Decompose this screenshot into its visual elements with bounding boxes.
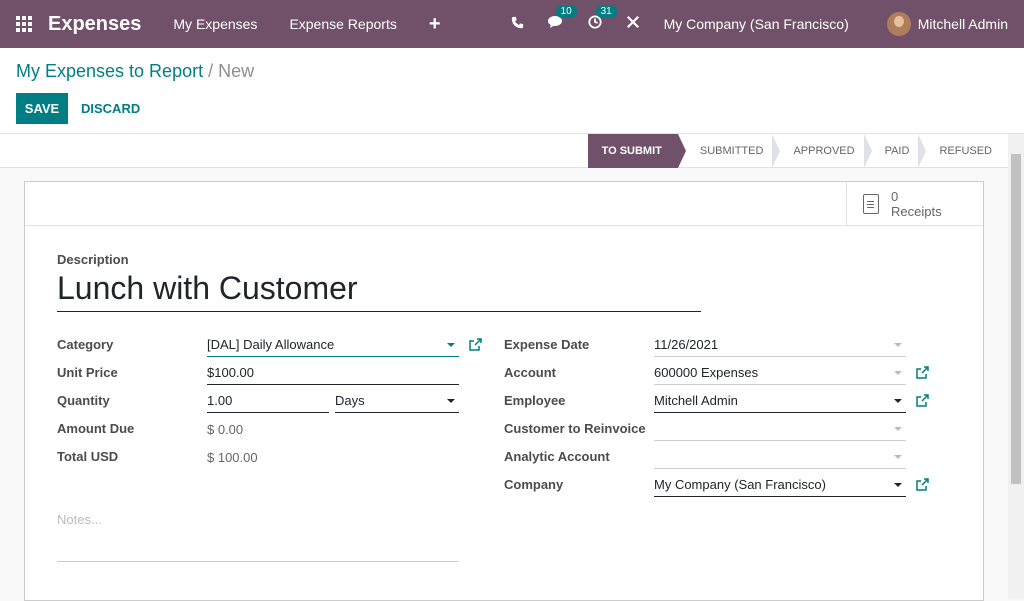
stage-submitted[interactable]: SUBMITTED <box>678 134 780 168</box>
quantity-field[interactable]: 1.00 <box>207 389 329 413</box>
breadcrumb-current: New <box>218 61 255 81</box>
breadcrumb: My Expenses to Report / New <box>16 61 254 82</box>
total-value: $ 100.00 <box>207 449 258 465</box>
category-field[interactable]: [DAL] Daily Allowance <box>207 333 459 357</box>
quantity-label: Quantity <box>57 393 110 408</box>
tools-icon[interactable] <box>626 15 640 33</box>
unit-price-label: Unit Price <box>57 365 118 380</box>
activity-clock-icon[interactable]: 31 <box>588 5 617 33</box>
phone-icon[interactable] <box>511 16 524 33</box>
stage-paid[interactable]: PAID <box>871 134 927 168</box>
uom-value: Days <box>335 393 365 408</box>
document-icon <box>863 194 879 214</box>
chevron-down-icon[interactable] <box>894 399 902 403</box>
chevron-down-icon[interactable] <box>894 343 902 347</box>
discard-button[interactable]: DISCARD <box>81 93 140 124</box>
company-switcher[interactable]: My Company (San Francisco) <box>664 16 849 32</box>
description-input[interactable]: Lunch with Customer <box>57 270 701 312</box>
control-panel: My Expenses to Report / New SAVE DISCARD <box>0 48 1024 134</box>
notes-textarea[interactable]: Notes... <box>57 512 459 562</box>
account-field[interactable]: 600000 Expenses <box>654 361 906 385</box>
amount-due-value: $ 0.00 <box>207 421 244 437</box>
analytic-account-label: Analytic Account <box>504 449 610 464</box>
employee-value: Mitchell Admin <box>654 393 738 408</box>
company-label: Company <box>504 477 564 492</box>
external-link-icon[interactable] <box>469 338 482 351</box>
expense-date-value: 11/26/2021 <box>654 337 719 352</box>
reinvoice-field[interactable] <box>654 417 906 441</box>
unit-price-field[interactable]: $100.00 <box>207 361 459 385</box>
scrollbar-thumb[interactable] <box>1011 154 1021 484</box>
external-link-icon[interactable] <box>916 394 929 407</box>
external-link-icon[interactable] <box>916 478 929 491</box>
menu-my-expenses[interactable]: My Expenses <box>173 16 257 32</box>
vertical-scrollbar[interactable] <box>1008 134 1024 599</box>
description-label: Description <box>57 252 129 267</box>
apps-menu-icon[interactable] <box>0 0 48 48</box>
total-label: Total USD <box>57 449 119 464</box>
chevron-down-icon[interactable] <box>894 483 902 487</box>
breadcrumb-parent[interactable]: My Expenses to Report <box>16 61 203 81</box>
uom-field[interactable]: Days <box>335 389 459 413</box>
activity-badge: 31 <box>595 5 617 18</box>
user-avatar[interactable] <box>886 12 911 36</box>
chevron-down-icon[interactable] <box>447 399 455 403</box>
analytic-account-field[interactable] <box>654 445 906 469</box>
stage-refused[interactable]: REFUSED <box>925 134 1008 168</box>
chevron-down-icon[interactable] <box>894 455 902 459</box>
external-link-icon[interactable] <box>916 366 929 379</box>
employee-field[interactable]: Mitchell Admin <box>654 389 906 413</box>
employee-label: Employee <box>504 393 566 408</box>
breadcrumb-separator: / <box>208 61 214 81</box>
messages-badge: 10 <box>555 5 577 18</box>
stage-pipeline: TO SUBMIT SUBMITTED APPROVED PAID REFUSE… <box>587 134 1008 168</box>
account-value: 600000 Expenses <box>654 365 759 380</box>
amount-due-label: Amount Due <box>57 421 135 436</box>
status-bar: TO SUBMIT SUBMITTED APPROVED PAID REFUSE… <box>0 134 1008 168</box>
messages-icon[interactable]: 10 <box>547 5 577 33</box>
chevron-down-icon[interactable] <box>894 371 902 375</box>
button-box: 0 Receipts <box>25 182 983 226</box>
stage-to-submit[interactable]: TO SUBMIT <box>587 134 687 168</box>
expense-date-field[interactable]: 11/26/2021 <box>654 333 906 357</box>
stage-approved[interactable]: APPROVED <box>779 134 872 168</box>
reinvoice-label: Customer to Reinvoice <box>504 421 646 436</box>
category-value: [DAL] Daily Allowance <box>207 337 335 352</box>
category-label: Category <box>57 337 114 352</box>
receipts-button[interactable]: 0 Receipts <box>846 182 983 226</box>
company-field[interactable]: My Company (San Francisco) <box>654 473 906 497</box>
app-title[interactable]: Expenses <box>48 13 141 36</box>
top-navbar: Expenses My Expenses Expense Reports + 1… <box>0 0 1024 48</box>
company-value: My Company (San Francisco) <box>654 477 826 492</box>
receipts-label: Receipts <box>891 204 942 219</box>
menu-expense-reports[interactable]: Expense Reports <box>289 16 396 32</box>
chevron-down-icon[interactable] <box>894 427 902 431</box>
user-menu[interactable]: Mitchell Admin <box>918 16 1008 32</box>
chevron-down-icon[interactable] <box>447 343 455 347</box>
expense-date-label: Expense Date <box>504 337 590 352</box>
account-label: Account <box>504 365 556 380</box>
form-sheet: 0 Receipts Description Lunch with Custom… <box>24 181 984 601</box>
receipts-count: 0 <box>891 189 899 204</box>
menu-plus-icon[interactable]: + <box>429 13 441 36</box>
save-button[interactable]: SAVE <box>16 93 68 124</box>
